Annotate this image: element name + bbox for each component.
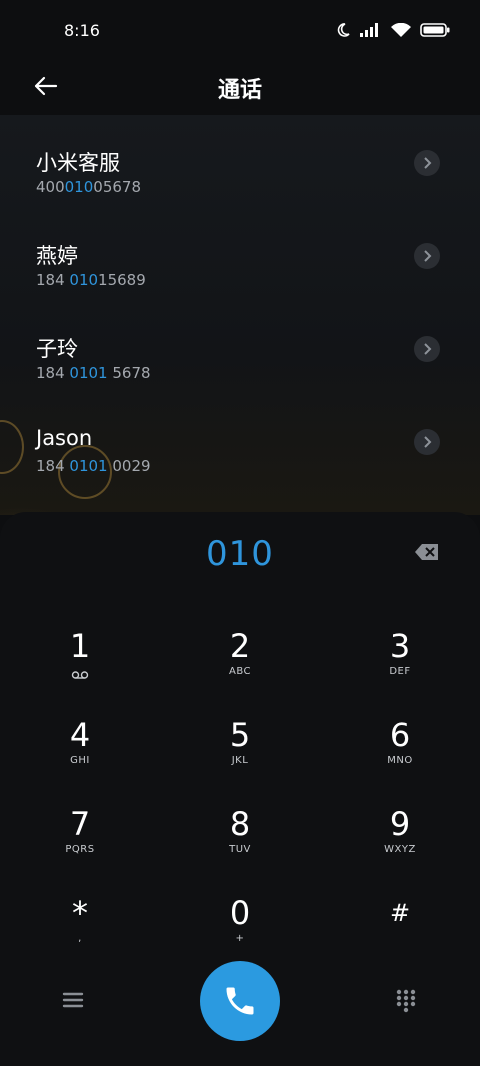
contact-detail-button[interactable] [414,150,440,176]
contact-number: 184 0101 5678 [36,364,151,382]
phone-icon [226,987,254,1015]
moon-icon [337,23,350,37]
dial-key-star[interactable]: *, [20,894,140,964]
chevron-right-icon [424,436,432,448]
page-title: 通话 [217,78,262,103]
signal-icon [360,23,378,37]
number-match-highlight: 010 [64,178,94,196]
contact-name: 燕婷 [36,244,78,268]
chevron-right-icon [424,157,432,169]
battery-icon [420,23,450,37]
contact-detail-button[interactable] [414,429,440,455]
dial-key-5[interactable]: 5 JKL [180,716,300,786]
status-icons [335,22,450,38]
contact-number: 184 0101 0029 [36,457,151,475]
contact-detail-button[interactable] [414,243,440,269]
dial-key-hash[interactable]: # [340,894,460,964]
number-match-highlight: 0101 [69,457,108,475]
contact-name: 子玲 [36,337,78,361]
dial-key-6[interactable]: 6 MNO [340,716,460,786]
dial-key-0[interactable]: 0 + [180,894,300,964]
call-button[interactable] [200,961,280,1041]
contact-list: 小米客服 40001005678 燕婷 184 01015689 子玲 184 … [0,115,480,487]
number-match-highlight: 010 [69,271,99,289]
dial-key-3[interactable]: 3 DEF [340,627,460,697]
dial-key-8[interactable]: 8 TUV [180,805,300,875]
menu-icon[interactable] [59,986,87,1014]
contact-row[interactable]: 小米客服 40001005678 [0,115,480,208]
dial-key-1[interactable]: 1 [20,627,140,697]
backspace-icon[interactable] [414,542,440,562]
contact-number: 40001005678 [36,178,141,196]
dialer-panel: 010 1 2 ABC 3 DEF 4 GHI 5 JKL 6 MNO 7 PQRS 8 TU… [0,512,480,1066]
contact-detail-button[interactable] [414,336,440,362]
contact-row[interactable]: 子玲 184 0101 5678 [0,301,480,394]
voicemail-icon [71,671,89,679]
wifi-icon [391,22,411,37]
keypad-icon[interactable] [392,986,420,1014]
status-bar: 8:16 [0,0,480,60]
contact-row[interactable]: 燕婷 184 01015689 [0,208,480,301]
dialed-number: 010 [206,534,274,574]
number-match-highlight: 0101 [69,364,108,382]
status-time: 8:16 [64,20,100,40]
dial-key-2[interactable]: 2 ABC [180,627,300,697]
contact-row[interactable]: Jason 184 0101 0029 [0,394,480,487]
contact-name: 小米客服 [36,151,120,175]
dial-key-7[interactable]: 7 PQRS [20,805,140,875]
chevron-right-icon [424,250,432,262]
header: 通话 [0,60,480,116]
dial-key-9[interactable]: 9 WXYZ [340,805,460,875]
contact-number: 184 01015689 [36,271,146,289]
chevron-right-icon [424,343,432,355]
dial-key-4[interactable]: 4 GHI [20,716,140,786]
contact-name: Jason [36,426,93,450]
